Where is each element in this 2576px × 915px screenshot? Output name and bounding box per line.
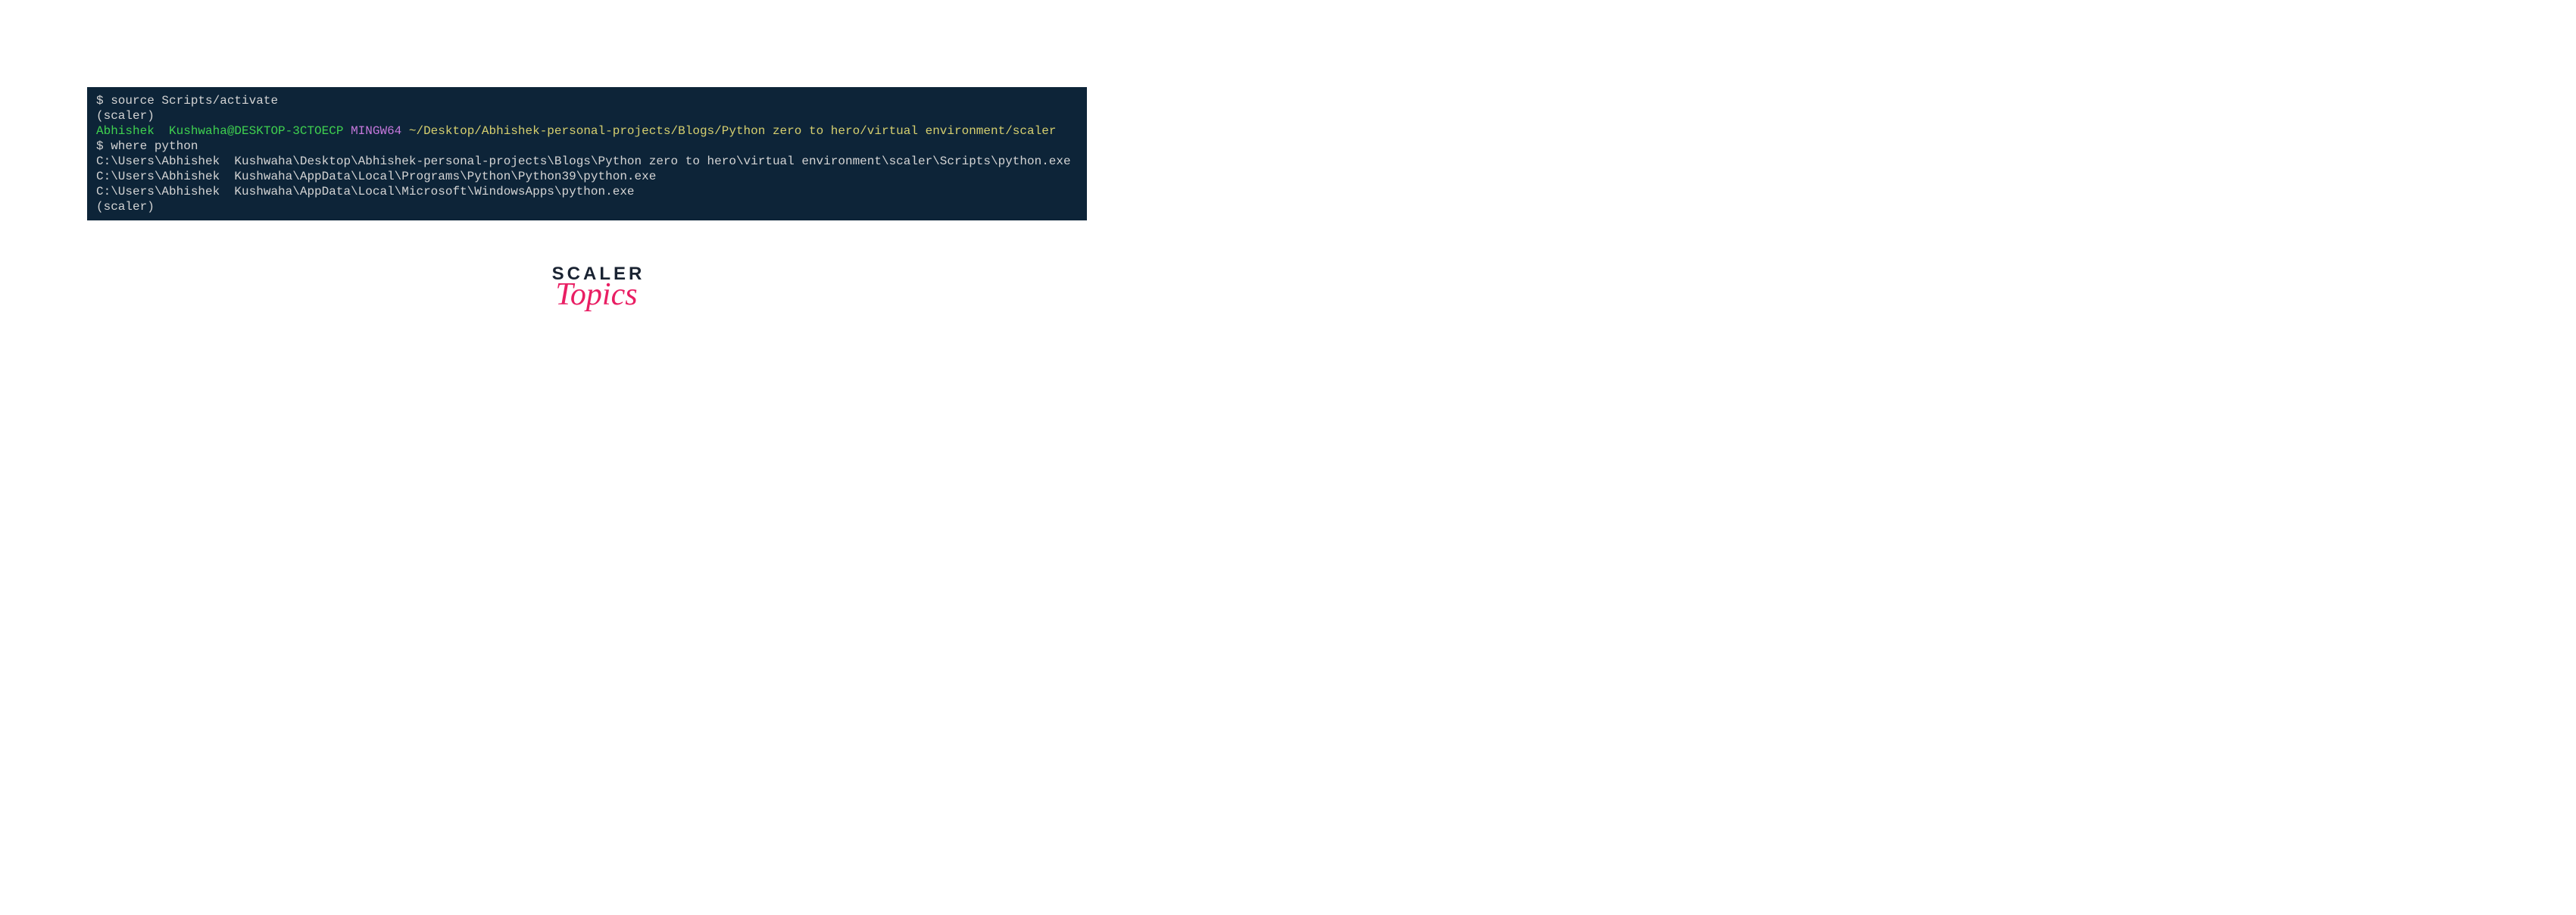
output-path: C:\Users\Abhishek Kushwaha\Desktop\Abhis… [96,155,1071,168]
terminal-line-4: $ where python [96,139,1078,154]
user-host-text: Abhishek Kushwaha@DESKTOP-3CTOECP [96,124,351,138]
terminal-line-6: C:\Users\Abhishek Kushwaha\AppData\Local… [96,169,1078,184]
terminal-line-3: Abhishek Kushwaha@DESKTOP-3CTOECP MINGW6… [96,123,1078,139]
mingw-label: MINGW64 [351,124,409,138]
terminal-line-5: C:\Users\Abhishek Kushwaha\Desktop\Abhis… [96,154,1078,169]
working-directory: ~/Desktop/Abhishek-personal-projects/Blo… [409,124,1057,138]
venv-indicator: (scaler) [96,109,155,123]
prompt-symbol: $ [96,139,111,153]
terminal-line-8: (scaler) [96,199,1078,214]
venv-indicator: (scaler) [96,200,155,214]
terminal-line-1: $ source Scripts/activate [96,93,1078,108]
output-path: C:\Users\Abhishek Kushwaha\AppData\Local… [96,185,635,198]
scaler-topics-logo: SCALER Topics [545,265,651,309]
terminal-line-7: C:\Users\Abhishek Kushwaha\AppData\Local… [96,184,1078,199]
terminal-window[interactable]: $ source Scripts/activate (scaler) Abhis… [87,87,1087,220]
terminal-line-2: (scaler) [96,108,1078,123]
command-text: where python [111,139,198,153]
prompt-symbol: $ [96,94,111,108]
logo-topics-text: Topics [542,282,651,309]
output-path: C:\Users\Abhishek Kushwaha\AppData\Local… [96,170,656,183]
command-text: source Scripts/activate [111,94,278,108]
